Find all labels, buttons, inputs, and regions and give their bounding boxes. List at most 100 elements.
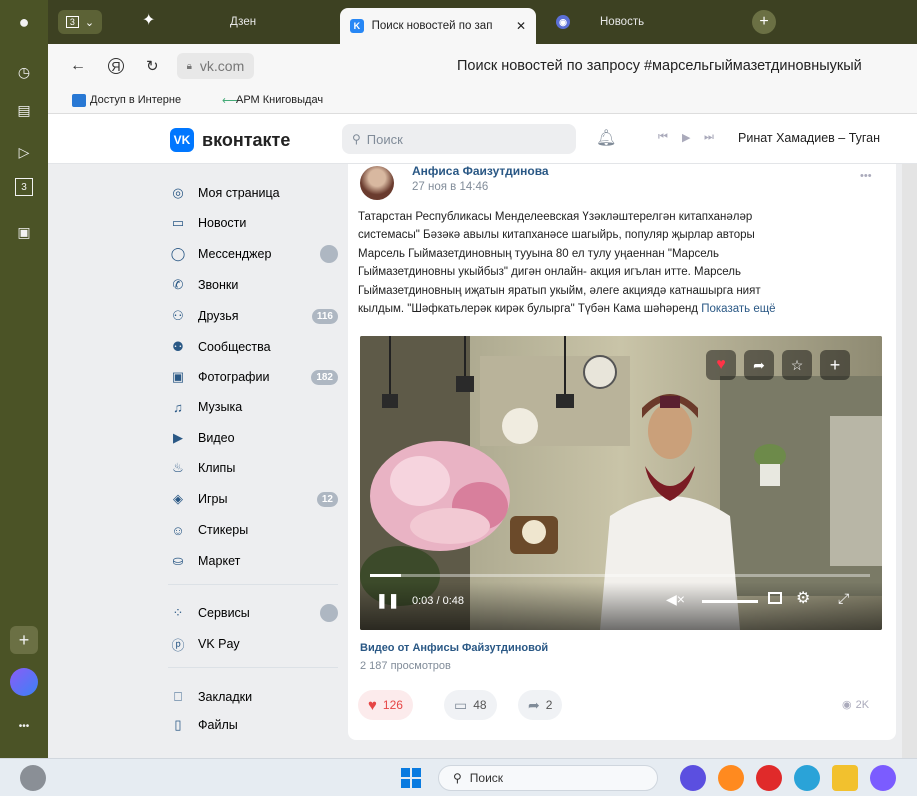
messenger-badge <box>320 245 338 263</box>
comment-button[interactable]: ▭ 48 <box>444 690 497 720</box>
video-progress-track[interactable] <box>370 574 870 577</box>
post-author[interactable]: Анфиса Фаизутдинова <box>412 164 549 178</box>
collections-icon[interactable]: ▤ <box>10 96 38 124</box>
tab-dzen[interactable]: Дзен <box>180 6 330 38</box>
menu-item-messenger[interactable]: ◯ Мессенджер <box>168 241 338 267</box>
search-icon: ⚲ <box>453 771 462 785</box>
weather-icon[interactable] <box>20 765 46 791</box>
alice-icon[interactable] <box>10 668 38 696</box>
mute-icon[interactable]: ◀× <box>666 591 685 608</box>
news-favicon-icon: ◉ <box>556 15 570 29</box>
close-tab-icon[interactable]: ✕ <box>516 19 526 33</box>
menu-item-calls[interactable]: ✆ Звонки <box>168 272 338 298</box>
menu-item-friends[interactable]: ⚇ Друзья 116 <box>168 303 338 329</box>
settings-icon[interactable]: ⚙ <box>796 588 810 608</box>
bookmark-internet[interactable]: Доступ в Интерне <box>90 94 210 106</box>
lock-icon: 🔒︎ <box>186 60 192 72</box>
menu-item-communities[interactable]: ⚉ Сообщества <box>168 334 338 360</box>
menu-item-video[interactable]: ▶ Видео <box>168 425 338 451</box>
vk-favicon-icon: K <box>350 19 364 33</box>
edge-icon[interactable] <box>794 765 820 791</box>
menu-item-bookmarks[interactable]: ⎕ Закладки <box>168 684 338 710</box>
tab-search[interactable]: K Поиск новостей по зап ✕ <box>340 8 536 44</box>
market-icon: ⛀ <box>172 553 184 568</box>
tab-group-button[interactable]: 3 ⌄ <box>58 10 102 34</box>
photos-badge: 182 <box>311 369 338 385</box>
vk-header: VK вконтакте ⚲ Поиск 🔔︎ ⏮ ▶ ⏭ Ринат Хама… <box>48 114 917 164</box>
vk-left-menu: ◎ Моя страница ▭ Новости ◯ Мессенджер ✆ Звон… <box>48 164 348 758</box>
friends-badge: 116 <box>311 308 338 324</box>
video-title[interactable]: Видео от Анфисы Файзутдиновой <box>360 642 548 654</box>
menu-item-clips[interactable]: ♨ Клипы <box>168 455 338 481</box>
screenshot-icon[interactable]: ▣ <box>10 218 38 246</box>
video-favorite-icon[interactable]: ☆ <box>782 350 812 380</box>
message-icon: ◯ <box>170 246 186 261</box>
video-player[interactable]: ♥ ➦ ☆ + ❚❚ 0:03 / 0:48 ◀× ⚙ ⤢ <box>360 336 882 630</box>
volume-slider[interactable] <box>702 600 758 603</box>
bookmark-favicon-icon <box>72 94 86 107</box>
messenger-app-icon[interactable] <box>680 765 706 791</box>
miniplayer-icon[interactable] <box>768 592 782 604</box>
yandex-browser-icon[interactable] <box>756 765 782 791</box>
menu-item-stickers[interactable]: ☺ Стикеры <box>168 517 338 543</box>
back-icon[interactable]: ← <box>70 57 86 75</box>
menu-item-market[interactable]: ⛀ Маркет <box>168 548 338 574</box>
video-share-icon[interactable]: ➦ <box>744 350 774 380</box>
counter-icon[interactable]: 3 <box>15 178 33 196</box>
play-track-icon[interactable]: ▶ <box>682 131 690 144</box>
vk-logo[interactable]: VK вконтакте <box>170 128 290 152</box>
next-track-icon[interactable]: ⏭ <box>704 131 714 144</box>
video-icon: ▶ <box>173 430 183 445</box>
yandex-icon[interactable]: Я <box>108 58 124 74</box>
prev-track-icon[interactable]: ⏮ <box>658 131 668 144</box>
now-playing[interactable]: Ринат Хамадиев – Туган <box>738 131 880 145</box>
menu-item-news[interactable]: ▭ Новости <box>168 210 338 236</box>
post-more-icon[interactable]: ••• <box>860 170 872 182</box>
post-text: Татарстан Республикасы Менделеевская Үзә… <box>358 211 776 316</box>
new-tab-button[interactable]: + <box>752 10 776 34</box>
add-panel-icon[interactable]: + <box>10 626 38 654</box>
file-explorer-icon[interactable] <box>832 765 858 791</box>
bell-icon[interactable]: 🔔︎ <box>596 128 616 148</box>
menu-item-photos[interactable]: ▣ Фотографии 182 <box>168 364 338 390</box>
menu-divider <box>168 667 338 668</box>
bookmarks-bar: Доступ в Интерне ⟵ АРМ Книговыдач <box>48 88 917 114</box>
menu-item-vkpay[interactable]: ⓟ VK Pay <box>168 631 338 657</box>
menu-item-my-page[interactable]: ◎ Моя страница <box>168 180 338 206</box>
profile-icon[interactable]: ● <box>10 8 38 36</box>
windows-start-icon[interactable] <box>401 768 421 788</box>
communities-icon: ⚉ <box>172 339 184 354</box>
menu-item-files[interactable]: ▯ Файлы <box>168 712 338 738</box>
video-add-icon[interactable]: + <box>820 350 850 380</box>
friends-icon: ⚇ <box>172 308 184 323</box>
more-icon[interactable]: ••• <box>10 712 38 740</box>
menu-item-services[interactable]: ⁘ Сервисы <box>168 600 338 626</box>
app-icon[interactable] <box>870 765 896 791</box>
tab-news[interactable]: ◉ Новость <box>546 6 746 38</box>
reload-icon[interactable]: ↻ <box>146 57 159 75</box>
bookmark-arm[interactable]: АРМ Книговыдач <box>236 94 323 106</box>
sparkle-icon[interactable]: ✦ <box>142 10 155 30</box>
pause-icon[interactable]: ❚❚ <box>376 592 399 609</box>
fullscreen-icon[interactable]: ⤢ <box>838 590 849 607</box>
post-date[interactable]: 27 ноя в 14:46 <box>412 181 488 193</box>
scrollbar[interactable] <box>902 164 917 758</box>
like-button[interactable]: ♥ 126 <box>358 690 413 720</box>
url-field[interactable]: 🔒︎ vk.com <box>176 53 255 79</box>
show-more-link[interactable]: Показать ещё <box>701 303 775 315</box>
tab-bar: 3 ⌄ ✦ Дзен K Поиск новостей по зап ✕ ◉ Но… <box>48 0 917 44</box>
share-button[interactable]: ➦ 2 <box>518 690 563 720</box>
menu-item-music[interactable]: ♫ Музыка <box>168 394 338 420</box>
author-avatar[interactable] <box>360 166 394 200</box>
firefox-icon[interactable] <box>718 765 744 791</box>
taskbar-search[interactable]: ⚲ Поиск <box>438 765 658 791</box>
menu-divider <box>168 584 338 585</box>
photo-icon: ▣ <box>171 369 185 384</box>
video-like-icon[interactable]: ♥ <box>706 350 736 380</box>
menu-item-games[interactable]: ◈ Игры 12 <box>168 486 338 512</box>
vk-search-input[interactable]: ⚲ Поиск <box>342 124 576 154</box>
history-icon[interactable]: ◷ <box>10 58 38 86</box>
windows-taskbar: ⚲ Поиск <box>0 758 917 796</box>
play-icon[interactable]: ▷ <box>10 138 38 166</box>
services-badge <box>320 604 338 622</box>
